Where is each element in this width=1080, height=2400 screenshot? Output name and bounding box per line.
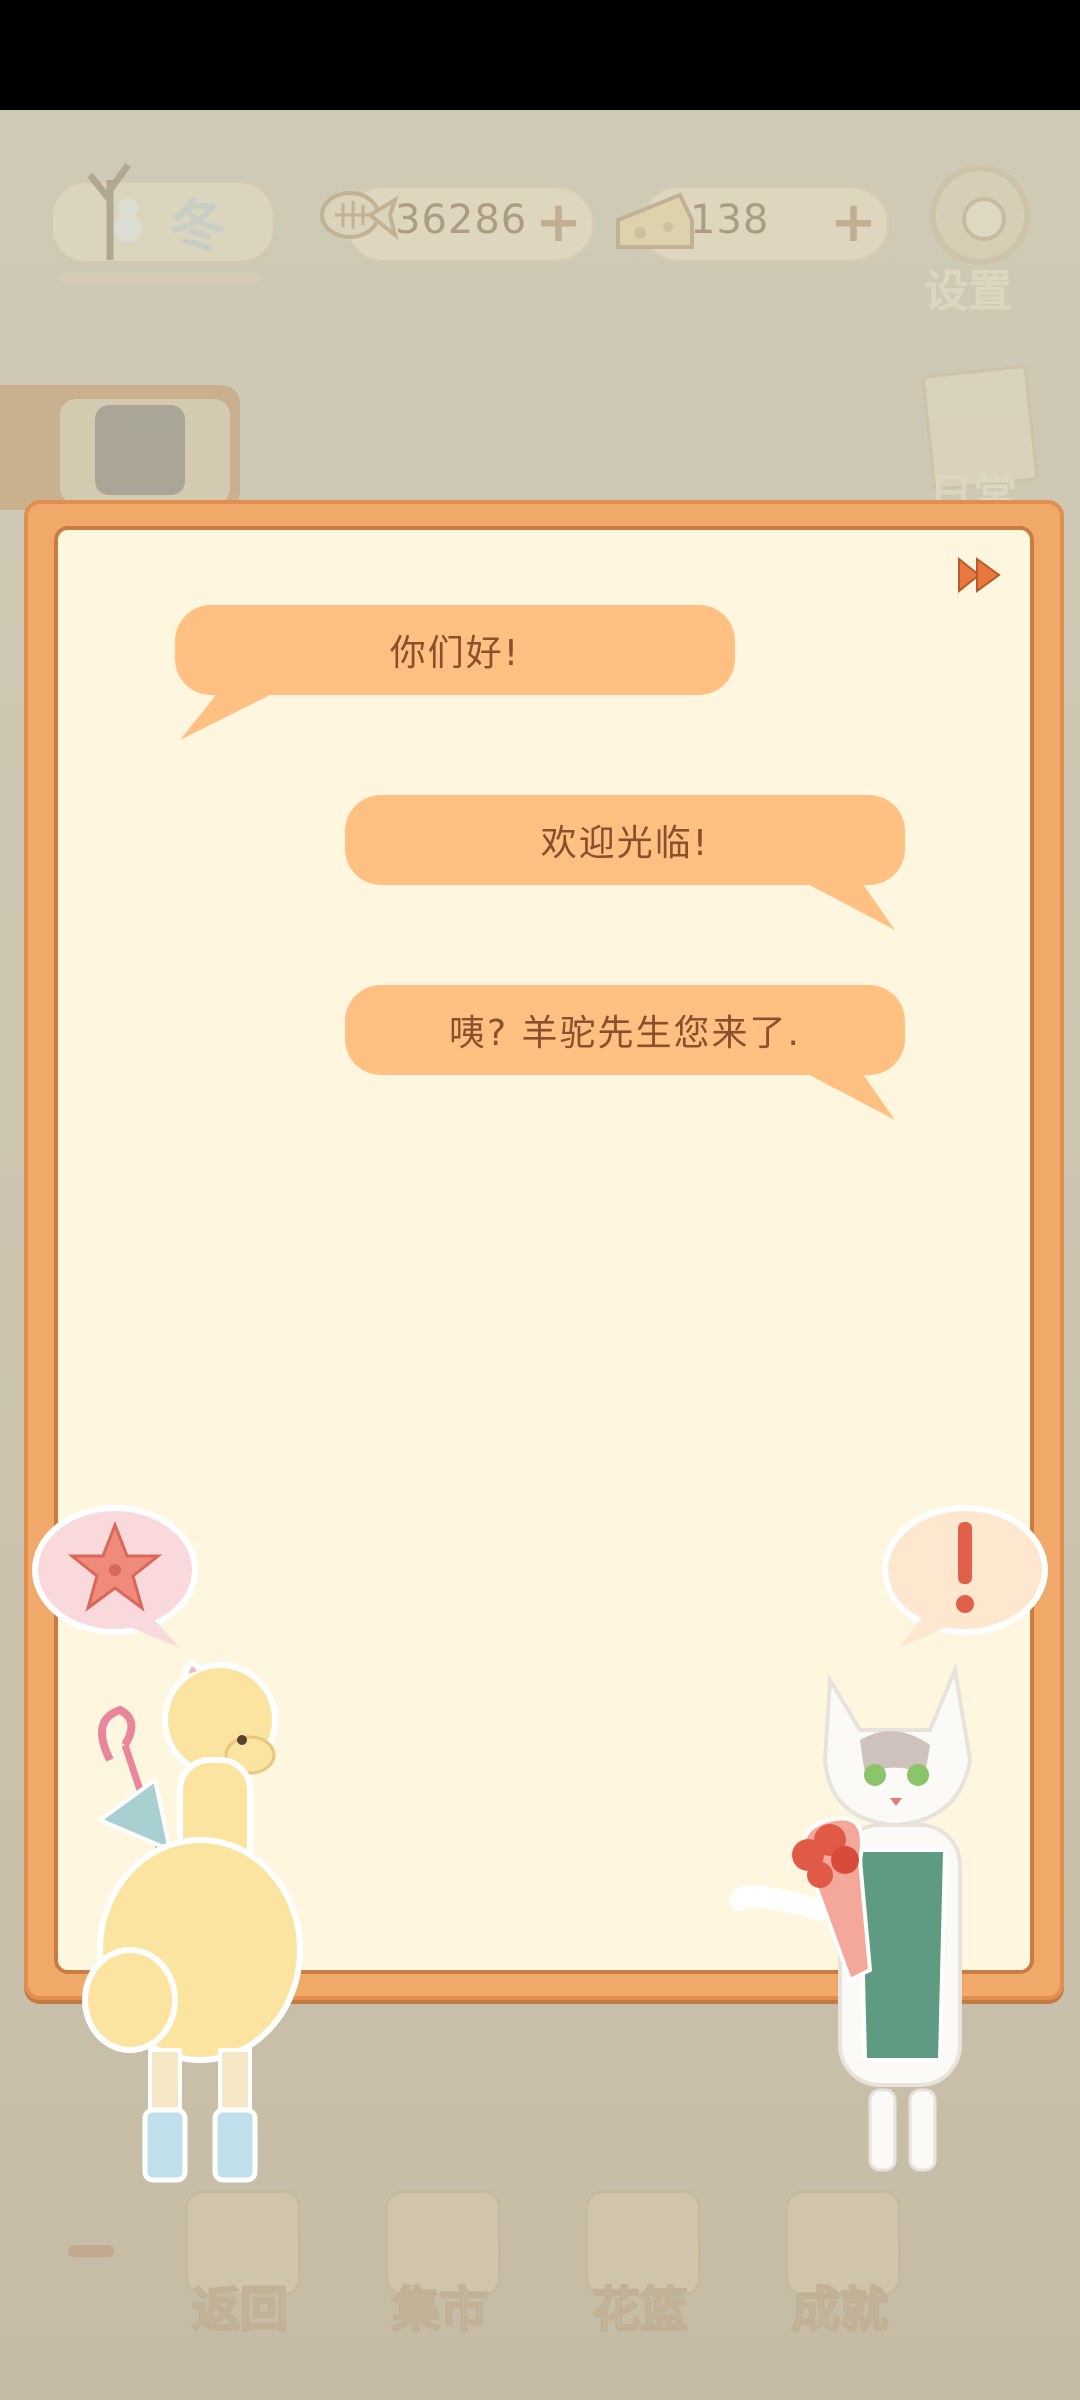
cheese-currency: 138 + [610,185,900,265]
fast-forward-icon[interactable] [955,555,1005,595]
bubble-tail [180,690,280,740]
bubble-tail [800,1070,895,1120]
alpaca-character [82,1660,303,2183]
add-fish-button[interactable]: + [535,195,582,251]
backpack-button[interactable] [0,385,240,510]
settings-button[interactable]: 设置 [920,165,1040,317]
nav-label: 返回 [191,2281,289,2339]
daily-button[interactable]: 日常 [915,364,1045,520]
season-progress-bar [60,272,260,284]
speech-bubble: 欢迎光临! [345,795,905,885]
season-badge[interactable]: 冬 [40,140,276,290]
speech-bubble: 你们好! [175,605,735,695]
nav-label: 集市 [391,2281,489,2339]
nav-label: 花篮 [591,2281,689,2339]
cheese-count: 138 [690,197,770,243]
exclamation-thought-bubble [882,1505,1048,1648]
nav-basket-button[interactable]: 花篮 [575,2170,705,2340]
message-text: 你们好! [389,633,521,674]
backpack-icon [95,405,185,495]
season-label: 冬 [170,195,226,260]
nav-market-button[interactable]: 集市 [375,2170,505,2340]
gear-icon [930,165,1030,265]
fish-count: 36286 [395,197,528,243]
message-text: 咦? 羊驼先生您来了. [449,1013,801,1054]
fish-currency: 36286 + [315,185,605,265]
flower-thought-bubble [32,1505,198,1648]
nav-label: 成就 [791,2281,889,2339]
add-cheese-button[interactable]: + [830,195,877,251]
bubble-tail [800,880,895,930]
cat-shopkeeper-character [729,1662,973,2172]
snowman-tree-icon [87,162,142,260]
cheese-icon [616,192,694,249]
message-text: 欢迎光临! [540,823,710,864]
settings-label: 设置 [924,266,1012,317]
fishbone-icon [320,191,399,241]
speech-bubble: 咦? 羊驼先生您来了. [345,985,905,1075]
nav-achievement-button[interactable]: 成就 [775,2170,905,2340]
exclamation-icon [956,1522,974,1613]
status-bar [0,0,1080,110]
